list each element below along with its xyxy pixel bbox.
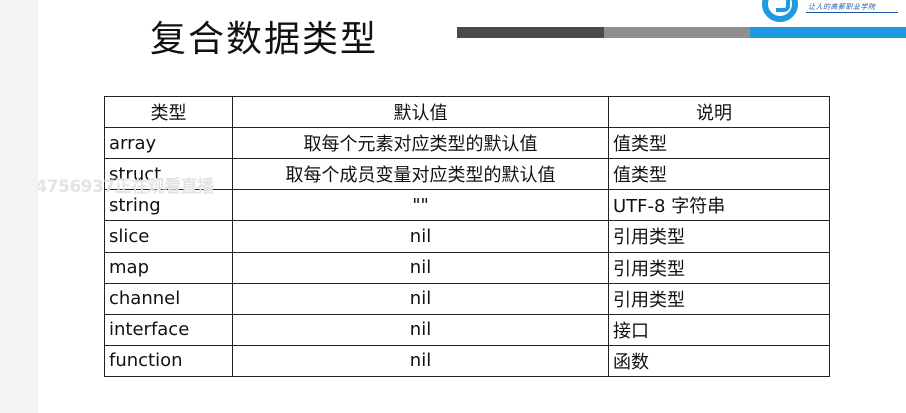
school-logo-text: 让人的高薪职业学院 — [808, 3, 876, 11]
table-row: interface nil 接口 — [104, 313, 830, 346]
composite-types-table: 类型 默认值 说明 array 取每个元素对应类型的默认值 值类型 struct… — [104, 96, 830, 378]
cell-default: nil — [232, 282, 609, 315]
slide-title: 复合数据类型 — [150, 19, 379, 60]
cell-default: 取每个元素对应类型的默认值 — [232, 126, 609, 160]
header-description: 说明 — [608, 96, 830, 128]
cell-default: nil — [232, 220, 609, 253]
table-row: string "" UTF-8 字符串 — [104, 189, 830, 222]
cell-type: array — [104, 126, 233, 160]
cell-type: map — [104, 251, 233, 284]
title-bar-dark-segment — [457, 27, 604, 38]
cell-default: nil — [232, 313, 609, 346]
cell-type: interface — [104, 313, 233, 346]
cell-description: UTF-8 字符串 — [608, 189, 830, 222]
table-row: slice nil 引用类型 — [104, 220, 830, 253]
cell-default: 取每个成员变量对应类型的默认值 — [232, 158, 609, 191]
cell-description: 函数 — [608, 344, 830, 378]
cell-type: channel — [104, 282, 233, 315]
cell-default: nil — [232, 251, 609, 284]
title-bar-grey-segment — [604, 27, 750, 38]
table-row: function nil 函数 — [104, 344, 830, 378]
cell-default: "" — [232, 189, 609, 222]
cell-description: 引用类型 — [608, 251, 830, 284]
header-type: 类型 — [104, 96, 233, 128]
cell-type: string — [104, 189, 233, 222]
cell-default: nil — [232, 344, 609, 378]
table-header-row: 类型 默认值 说明 — [104, 96, 830, 128]
title-bar-blue-segment — [750, 27, 906, 38]
table-row: channel nil 引用类型 — [104, 282, 830, 315]
school-logo-icon — [762, 0, 798, 22]
table-row: map nil 引用类型 — [104, 251, 830, 284]
table-row: struct 取每个成员变量对应类型的默认值 值类型 — [104, 158, 830, 191]
cell-description: 值类型 — [608, 126, 830, 160]
cell-type: slice — [104, 220, 233, 253]
cell-description: 值类型 — [608, 158, 830, 191]
school-logo-underline — [806, 12, 898, 13]
cell-description: 引用类型 — [608, 220, 830, 253]
cell-type: function — [104, 344, 233, 378]
slide: 复合数据类型 让人的高薪职业学院 类型 默认值 说明 array 取每个元素对应… — [38, 0, 906, 413]
cell-type: struct — [104, 158, 233, 191]
header-default-value: 默认值 — [232, 96, 609, 128]
cell-description: 接口 — [608, 313, 830, 346]
table-row: array 取每个元素对应类型的默认值 值类型 — [104, 126, 830, 160]
cell-description: 引用类型 — [608, 282, 830, 315]
